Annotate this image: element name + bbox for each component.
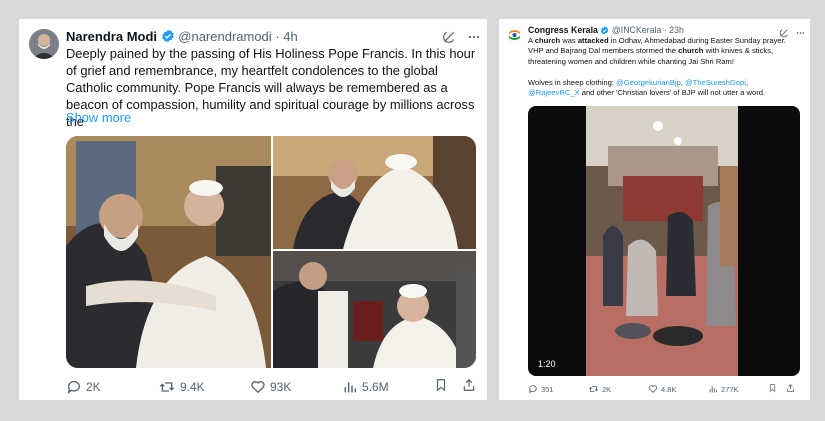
views-icon: [342, 379, 358, 395]
heart-icon: [648, 384, 658, 394]
video-player[interactable]: 1:20: [528, 106, 800, 376]
video-duration: 1:20: [538, 359, 556, 369]
view-count: 277K: [721, 384, 739, 394]
author-name[interactable]: Congress Kerala: [528, 25, 598, 35]
views-button[interactable]: 5.6M: [342, 379, 434, 395]
tweet-line-5: @RajeevRC_X and other 'Christian lovers'…: [528, 88, 766, 98]
like-count: 4.8K: [661, 384, 677, 394]
repost-count: 2K: [602, 384, 612, 394]
author-handle[interactable]: @narendramodi: [178, 29, 271, 44]
tweet-line-3: threatening women and children while cha…: [528, 56, 734, 66]
avatar[interactable]: [506, 26, 523, 43]
reply-icon: [66, 379, 82, 395]
tweet-line-4: Wolves in sheep clothing: @GeorgekurianB…: [528, 77, 749, 87]
tweet-text: A church was attacked in Odhav, Ahmedaba…: [528, 36, 808, 98]
mention-link[interactable]: @GeorgekurianBjp: [616, 78, 681, 87]
reply-button[interactable]: 351: [528, 384, 588, 394]
heart-icon: [250, 379, 266, 395]
views-icon: [708, 384, 718, 394]
tweet-line-1: A church was attacked in Odhav, Ahmedaba…: [528, 36, 786, 45]
tweet-card-modi[interactable]: Narendra Modi @narendramodi · 4h Deeply …: [19, 19, 487, 400]
bookmark-icon[interactable]: [434, 377, 448, 396]
photo-bottom-right[interactable]: [273, 251, 476, 368]
repost-button[interactable]: 2K: [588, 384, 648, 394]
avatar[interactable]: [29, 29, 59, 59]
tweet-card-congress-kerala[interactable]: Congress Kerala @INCKerala · 23h A churc…: [499, 19, 810, 400]
author-name[interactable]: Narendra Modi: [66, 29, 157, 44]
repost-button[interactable]: 9.4K: [158, 379, 250, 395]
timestamp[interactable]: · 4h: [275, 29, 297, 44]
like-count: 93K: [270, 379, 292, 394]
tweet-line-2: VHP and Bajrang Dal members stormed the …: [528, 46, 774, 56]
verified-badge-icon: [161, 29, 175, 46]
repost-icon: [588, 384, 599, 394]
mention-link[interactable]: @TheSureshGopi: [685, 78, 746, 87]
views-button[interactable]: 277K: [708, 384, 768, 394]
reply-count: 351: [541, 384, 554, 394]
repost-icon: [158, 379, 176, 395]
timestamp[interactable]: · 23h: [664, 25, 684, 35]
show-more-link[interactable]: Show more: [66, 110, 131, 125]
reply-button[interactable]: 2K: [66, 379, 158, 395]
view-count: 5.6M: [362, 379, 389, 394]
share-icon[interactable]: [462, 377, 476, 396]
bookmark-icon[interactable]: [768, 383, 777, 395]
repost-count: 9.4K: [180, 379, 205, 394]
share-icon[interactable]: [786, 383, 795, 395]
photo-left[interactable]: [66, 136, 271, 368]
reply-count: 2K: [86, 379, 101, 394]
like-button[interactable]: 4.8K: [648, 384, 708, 394]
reply-icon: [528, 384, 538, 394]
mention-link[interactable]: @RajeevRC_X: [528, 88, 580, 97]
author-handle[interactable]: @INCKerala: [612, 25, 662, 35]
photo-top-right[interactable]: [273, 136, 476, 249]
like-button[interactable]: 93K: [250, 379, 342, 395]
